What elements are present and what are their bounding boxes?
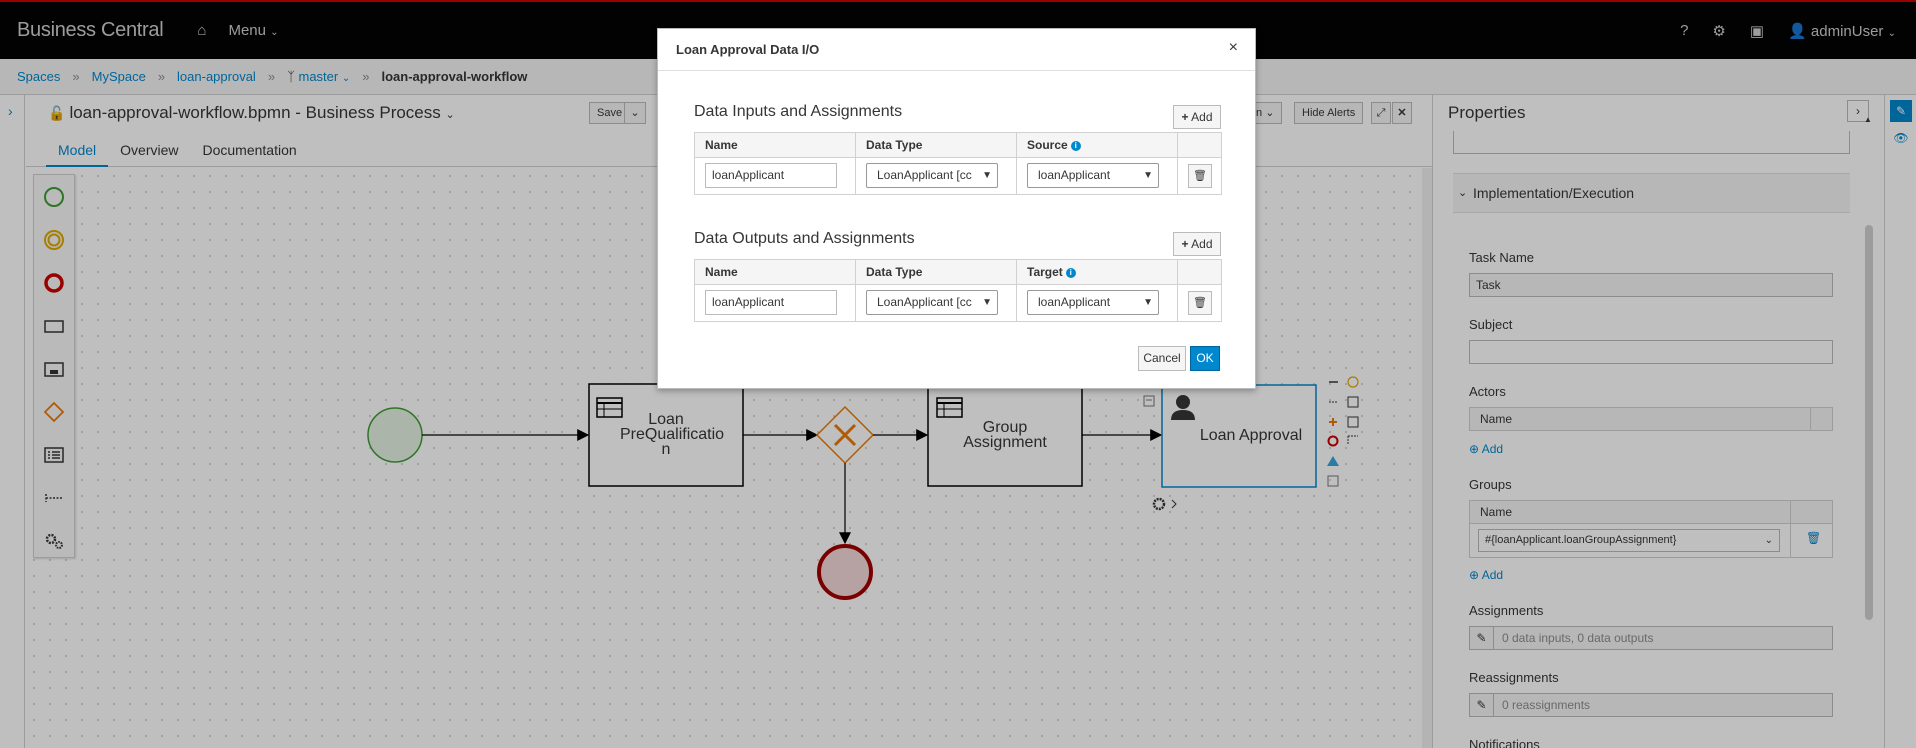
chevron-down-icon: ▼ (1143, 170, 1153, 181)
output-type-select[interactable]: LoanApplicant [cc ▼ (866, 290, 998, 315)
cell-actions: 🗑 (1178, 158, 1222, 194)
col-target: Target i (1017, 260, 1178, 284)
input-type-select[interactable]: LoanApplicant [cc ▼ (866, 163, 998, 188)
cell-target: loanApplicant ▼ (1017, 285, 1178, 321)
modal-title: Loan Approval Data I/O (676, 42, 820, 57)
close-icon[interactable]: × (1229, 39, 1238, 57)
col-actions (1178, 260, 1222, 284)
col-source-label: Source (1027, 138, 1068, 152)
data-io-modal: Loan Approval Data I/O × Data Inputs and… (657, 28, 1256, 389)
inputs-section-title: Data Inputs and Assignments (694, 103, 903, 120)
info-icon[interactable]: i (1065, 267, 1076, 278)
cell-actions: 🗑 (1178, 285, 1222, 321)
outputs-table-header: Name Data Type Target i (695, 260, 1221, 285)
modal-header: Loan Approval Data I/O × (658, 29, 1255, 71)
input-type-value: LoanApplicant [cc (877, 168, 972, 182)
inputs-table-header: Name Data Type Source i (695, 133, 1221, 158)
chevron-down-icon: ▼ (982, 297, 992, 308)
cell-type: LoanApplicant [cc ▼ (856, 158, 1017, 194)
input-source-value: loanApplicant (1038, 168, 1111, 182)
chevron-down-icon: ▼ (1143, 297, 1153, 308)
cell-name: loanApplicant (695, 158, 856, 194)
col-data-type: Data Type (856, 260, 1017, 284)
chevron-down-icon: ▼ (982, 170, 992, 181)
inputs-table: Name Data Type Source i loanApplicant Loa… (694, 132, 1222, 195)
output-target-value: loanApplicant (1038, 295, 1111, 309)
col-actions (1178, 133, 1222, 157)
col-target-label: Target (1027, 265, 1063, 279)
input-name-field[interactable]: loanApplicant (705, 163, 837, 188)
col-name: Name (695, 260, 856, 284)
cell-type: LoanApplicant [cc ▼ (856, 285, 1017, 321)
cell-name: loanApplicant (695, 285, 856, 321)
cancel-button[interactable]: Cancel (1138, 346, 1186, 371)
trash-icon[interactable]: 🗑 (1188, 164, 1212, 188)
outputs-section-title: Data Outputs and Assignments (694, 230, 915, 247)
col-source: Source i (1017, 133, 1178, 157)
add-input-label: Add (1191, 110, 1213, 124)
table-row: loanApplicant LoanApplicant [cc ▼ loanApp… (695, 158, 1221, 194)
output-name-field[interactable]: loanApplicant (705, 290, 837, 315)
plus-icon: + (1181, 237, 1189, 251)
trash-icon[interactable]: 🗑 (1188, 291, 1212, 315)
add-input-button[interactable]: + Add (1173, 105, 1221, 129)
input-source-select[interactable]: loanApplicant ▼ (1027, 163, 1159, 188)
info-icon[interactable]: i (1070, 140, 1081, 151)
outputs-table: Name Data Type Target i loanApplicant Loa… (694, 259, 1222, 322)
ok-button[interactable]: OK (1190, 346, 1220, 371)
table-row: loanApplicant LoanApplicant [cc ▼ loanApp… (695, 285, 1221, 321)
plus-icon: + (1181, 110, 1189, 124)
add-output-label: Add (1191, 237, 1213, 251)
col-name: Name (695, 133, 856, 157)
output-type-value: LoanApplicant [cc (877, 295, 972, 309)
add-output-button[interactable]: + Add (1173, 232, 1221, 256)
col-data-type: Data Type (856, 133, 1017, 157)
output-target-select[interactable]: loanApplicant ▼ (1027, 290, 1159, 315)
cell-source: loanApplicant ▼ (1017, 158, 1178, 194)
